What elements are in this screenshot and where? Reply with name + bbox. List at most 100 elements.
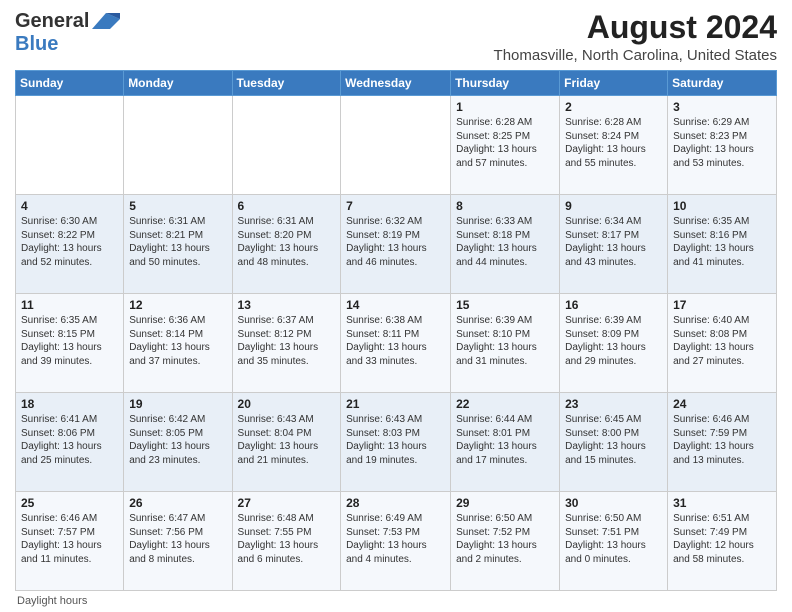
calendar-cell: 10 Sunrise: 6:35 AMSunset: 8:16 PMDayligh… — [668, 195, 777, 294]
calendar-cell: 9Sunrise: 6:34 AMSunset: 8:17 PMDaylight… — [560, 195, 668, 294]
day-info: Sunrise: 6:28 AMSunset: 8:25 PMDaylight:… — [456, 116, 554, 170]
day-info: Sunrise: 6:46 AMSunset: 7:59 PMDaylight:… — [673, 413, 771, 467]
calendar-cell: 31 Sunrise: 6:51 AMSunset: 7:49 PMDayligh… — [668, 492, 777, 591]
calendar-cell: 7Sunrise: 6:32 AMSunset: 8:19 PMDaylight… — [341, 195, 451, 294]
calendar-cell: 30Sunrise: 6:50 AMSunset: 7:51 PMDayligh… — [560, 492, 668, 591]
day-info: Sunrise: 6:32 AMSunset: 8:19 PMDaylight:… — [346, 215, 445, 269]
day-info: Sunrise: 6:31 AMSunset: 8:20 PMDaylight:… — [238, 215, 336, 269]
day-info: Sunrise: 6:38 AMSunset: 8:11 PMDaylight:… — [346, 314, 445, 368]
day-of-week-monday: Monday — [124, 71, 232, 96]
logo-blue: Blue — [15, 33, 58, 55]
calendar-week-row: 1 Sunrise: 6:28 AMSunset: 8:25 PMDaylight… — [16, 96, 777, 195]
day-number: 22 — [456, 397, 554, 411]
day-info: Sunrise: 6:43 AMSunset: 8:04 PMDaylight:… — [238, 413, 336, 467]
day-number: 18 — [21, 397, 118, 411]
calendar-cell: 12 Sunrise: 6:36 AMSunset: 8:14 PMDayligh… — [124, 294, 232, 393]
logo: General Blue — [15, 10, 120, 56]
day-number: 2 — [565, 100, 662, 114]
calendar-body: 1 Sunrise: 6:28 AMSunset: 8:25 PMDaylight… — [16, 96, 777, 591]
page: General Blue August 2024 Thomasville, No… — [0, 0, 792, 612]
day-info: Sunrise: 6:39 AMSunset: 8:09 PMDaylight:… — [565, 314, 662, 368]
day-number: 8 — [456, 199, 554, 213]
calendar-cell: 19Sunrise: 6:42 AMSunset: 8:05 PMDayligh… — [124, 393, 232, 492]
day-info: Sunrise: 6:41 AMSunset: 8:06 PMDaylight:… — [21, 413, 118, 467]
footer: Daylight hours — [15, 595, 777, 607]
calendar-cell: 4 Sunrise: 6:30 AMSunset: 8:22 PMDaylight… — [16, 195, 124, 294]
day-of-week-thursday: Thursday — [451, 71, 560, 96]
day-info: Sunrise: 6:49 AMSunset: 7:53 PMDaylight:… — [346, 512, 445, 566]
calendar-cell: 21 Sunrise: 6:43 AMSunset: 8:03 PMDayligh… — [341, 393, 451, 492]
day-number: 28 — [346, 496, 445, 510]
calendar-cell: 26Sunrise: 6:47 AMSunset: 7:56 PMDayligh… — [124, 492, 232, 591]
day-info: Sunrise: 6:31 AMSunset: 8:21 PMDaylight:… — [129, 215, 226, 269]
calendar-cell: 1 Sunrise: 6:28 AMSunset: 8:25 PMDaylight… — [451, 96, 560, 195]
day-info: Sunrise: 6:37 AMSunset: 8:12 PMDaylight:… — [238, 314, 336, 368]
day-number: 26 — [129, 496, 226, 510]
day-info: Sunrise: 6:33 AMSunset: 8:18 PMDaylight:… — [456, 215, 554, 269]
calendar-cell: 5 Sunrise: 6:31 AMSunset: 8:21 PMDaylight… — [124, 195, 232, 294]
day-number: 1 — [456, 100, 554, 114]
day-info: Sunrise: 6:35 AMSunset: 8:15 PMDaylight:… — [21, 314, 118, 368]
calendar-cell — [124, 96, 232, 195]
day-number: 23 — [565, 397, 662, 411]
calendar-cell: 14 Sunrise: 6:38 AMSunset: 8:11 PMDayligh… — [341, 294, 451, 393]
day-number: 29 — [456, 496, 554, 510]
day-number: 14 — [346, 298, 445, 312]
calendar-cell: 24 Sunrise: 6:46 AMSunset: 7:59 PMDayligh… — [668, 393, 777, 492]
calendar-cell: 6 Sunrise: 6:31 AMSunset: 8:20 PMDaylight… — [232, 195, 341, 294]
day-number: 6 — [238, 199, 336, 213]
day-info: Sunrise: 6:36 AMSunset: 8:14 PMDaylight:… — [129, 314, 226, 368]
day-info: Sunrise: 6:45 AMSunset: 8:00 PMDaylight:… — [565, 413, 662, 467]
subtitle: Thomasville, North Carolina, United Stat… — [494, 47, 777, 64]
calendar-cell: 8 Sunrise: 6:33 AMSunset: 8:18 PMDaylight… — [451, 195, 560, 294]
calendar-header-row: SundayMondayTuesdayWednesdayThursdayFrid… — [16, 71, 777, 96]
day-of-week-saturday: Saturday — [668, 71, 777, 96]
header: General Blue August 2024 Thomasville, No… — [15, 10, 777, 64]
day-number: 19 — [129, 397, 226, 411]
day-number: 21 — [346, 397, 445, 411]
day-number: 5 — [129, 199, 226, 213]
calendar-cell: 13Sunrise: 6:37 AMSunset: 8:12 PMDayligh… — [232, 294, 341, 393]
calendar-table: SundayMondayTuesdayWednesdayThursdayFrid… — [15, 70, 777, 591]
day-number: 17 — [673, 298, 771, 312]
day-number: 12 — [129, 298, 226, 312]
calendar-cell — [341, 96, 451, 195]
day-number: 11 — [21, 298, 118, 312]
day-number: 4 — [21, 199, 118, 213]
calendar-cell: 27Sunrise: 6:48 AMSunset: 7:55 PMDayligh… — [232, 492, 341, 591]
calendar-cell: 25 Sunrise: 6:46 AMSunset: 7:57 PMDayligh… — [16, 492, 124, 591]
logo-general: General — [15, 10, 89, 33]
calendar-cell: 23 Sunrise: 6:45 AMSunset: 8:00 PMDayligh… — [560, 393, 668, 492]
calendar-cell: 22 Sunrise: 6:44 AMSunset: 8:01 PMDayligh… — [451, 393, 560, 492]
calendar-cell — [16, 96, 124, 195]
day-info: Sunrise: 6:43 AMSunset: 8:03 PMDaylight:… — [346, 413, 445, 467]
day-number: 24 — [673, 397, 771, 411]
day-info: Sunrise: 6:35 AMSunset: 8:16 PMDaylight:… — [673, 215, 771, 269]
calendar-week-row: 25 Sunrise: 6:46 AMSunset: 7:57 PMDayligh… — [16, 492, 777, 591]
day-number: 10 — [673, 199, 771, 213]
day-info: Sunrise: 6:51 AMSunset: 7:49 PMDaylight:… — [673, 512, 771, 566]
day-info: Sunrise: 6:40 AMSunset: 8:08 PMDaylight:… — [673, 314, 771, 368]
day-of-week-friday: Friday — [560, 71, 668, 96]
calendar-cell: 17 Sunrise: 6:40 AMSunset: 8:08 PMDayligh… — [668, 294, 777, 393]
calendar-cell: 20 Sunrise: 6:43 AMSunset: 8:04 PMDayligh… — [232, 393, 341, 492]
day-number: 20 — [238, 397, 336, 411]
day-number: 31 — [673, 496, 771, 510]
day-info: Sunrise: 6:30 AMSunset: 8:22 PMDaylight:… — [21, 215, 118, 269]
day-info: Sunrise: 6:28 AMSunset: 8:24 PMDaylight:… — [565, 116, 662, 170]
day-info: Sunrise: 6:48 AMSunset: 7:55 PMDaylight:… — [238, 512, 336, 566]
day-number: 25 — [21, 496, 118, 510]
main-title: August 2024 — [494, 10, 777, 45]
day-of-week-tuesday: Tuesday — [232, 71, 341, 96]
day-number: 15 — [456, 298, 554, 312]
day-of-week-sunday: Sunday — [16, 71, 124, 96]
calendar-cell: 18 Sunrise: 6:41 AMSunset: 8:06 PMDayligh… — [16, 393, 124, 492]
day-info: Sunrise: 6:44 AMSunset: 8:01 PMDaylight:… — [456, 413, 554, 467]
day-info: Sunrise: 6:46 AMSunset: 7:57 PMDaylight:… — [21, 512, 118, 566]
calendar-cell: 29Sunrise: 6:50 AMSunset: 7:52 PMDayligh… — [451, 492, 560, 591]
calendar-week-row: 18 Sunrise: 6:41 AMSunset: 8:06 PMDayligh… — [16, 393, 777, 492]
calendar-cell: 15 Sunrise: 6:39 AMSunset: 8:10 PMDayligh… — [451, 294, 560, 393]
day-info: Sunrise: 6:39 AMSunset: 8:10 PMDaylight:… — [456, 314, 554, 368]
day-number: 9 — [565, 199, 662, 213]
logo-icon — [92, 11, 120, 31]
